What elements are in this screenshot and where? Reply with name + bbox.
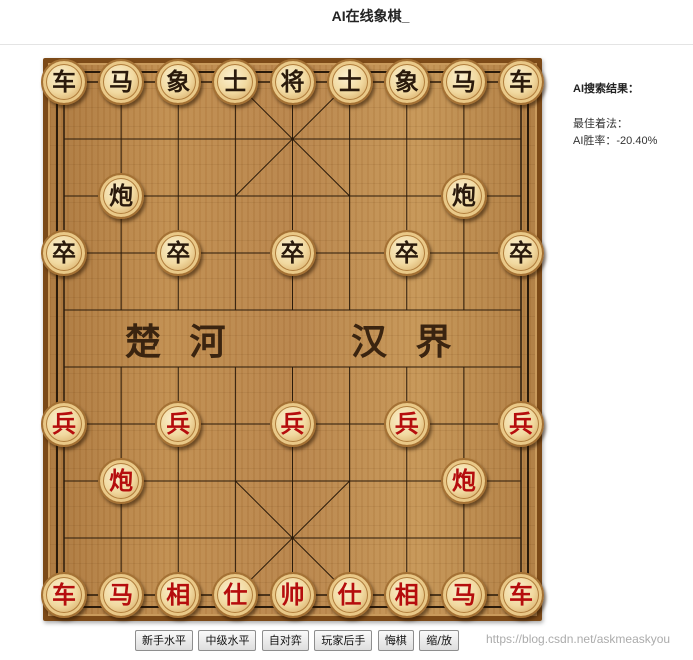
chess-piece-black[interactable]: 卒 xyxy=(41,230,87,276)
undo-button[interactable]: 悔棋 xyxy=(377,630,414,651)
chess-piece-red[interactable]: 兵 xyxy=(383,401,430,447)
ai-win-rate: AI胜率：-20.40% xyxy=(573,135,658,147)
chess-piece-black[interactable]: 象 xyxy=(155,59,202,105)
board-grid: 楚 河 汉 界 xyxy=(56,71,529,608)
chess-piece-red[interactable]: 相 xyxy=(383,572,430,618)
chess-piece-red[interactable]: 帅 xyxy=(269,572,316,618)
ai-result-panel: AI搜索结果： 最佳着法： AI胜率：-20.40% xyxy=(573,80,688,150)
chess-piece-red[interactable]: 仕 xyxy=(326,572,373,618)
chess-piece-black[interactable]: 车 xyxy=(41,59,87,105)
page-title: AI在线象棋_ xyxy=(331,8,410,24)
player-second-button[interactable]: 玩家后手 xyxy=(314,630,373,651)
chess-piece-black[interactable]: 象 xyxy=(383,59,430,105)
intermediate-level-button[interactable]: 中级水平 xyxy=(198,630,257,651)
chess-piece-black[interactable]: 马 xyxy=(440,59,487,105)
chess-piece-black[interactable]: 卒 xyxy=(155,230,202,276)
chess-piece-black[interactable]: 卒 xyxy=(269,230,316,276)
chess-piece-red[interactable]: 马 xyxy=(98,572,145,618)
chess-piece-red[interactable]: 兵 xyxy=(155,401,202,447)
river-text-han-jie: 汉 界 xyxy=(351,321,460,363)
chess-piece-black[interactable]: 马 xyxy=(98,59,145,105)
chess-piece-black[interactable]: 卒 xyxy=(383,230,430,276)
best-move-label: 最佳着法： xyxy=(573,118,628,130)
header-divider xyxy=(0,44,693,45)
control-bar: 新手水平 中级水平 自对弈 玩家后手 悔棋 缩/放 xyxy=(135,630,460,652)
chess-piece-red[interactable]: 相 xyxy=(155,572,202,618)
chess-piece-black[interactable]: 士 xyxy=(326,59,373,105)
chess-piece-black[interactable]: 将 xyxy=(269,59,316,105)
watermark-url: https://blog.csdn.net/askmeaskyou xyxy=(486,632,671,646)
chess-piece-red[interactable]: 兵 xyxy=(498,401,544,447)
self-play-button[interactable]: 自对弈 xyxy=(261,630,309,651)
beginner-level-button[interactable]: 新手水平 xyxy=(135,630,193,651)
chess-piece-black[interactable]: 卒 xyxy=(498,230,544,276)
chess-piece-black[interactable]: 炮 xyxy=(98,173,145,219)
chess-piece-black[interactable]: 车 xyxy=(498,59,544,105)
chess-piece-red[interactable]: 炮 xyxy=(440,458,487,504)
chess-board[interactable]: 楚 河 汉 界 车马象士将士象马车炮炮卒卒卒卒卒兵兵兵兵兵炮炮车马相仕帅仕相马车 xyxy=(41,58,544,621)
chess-page: AI在线象棋_ 楚 河 汉 界 车马象士将士象马车炮炮卒卒卒卒卒兵兵兵兵兵炮炮车… xyxy=(0,0,693,660)
chess-piece-red[interactable]: 炮 xyxy=(98,458,145,504)
chess-piece-red[interactable]: 兵 xyxy=(269,401,316,447)
river-text-chu-he: 楚 河 xyxy=(125,321,234,363)
chess-piece-red[interactable]: 车 xyxy=(498,572,544,618)
zoom-toggle-button[interactable]: 缩/放 xyxy=(419,630,459,651)
chess-piece-red[interactable]: 兵 xyxy=(41,401,87,447)
chess-piece-black[interactable]: 炮 xyxy=(440,173,487,219)
chess-piece-red[interactable]: 马 xyxy=(440,572,487,618)
ai-result-heading: AI搜索结果： xyxy=(573,83,639,95)
chess-piece-red[interactable]: 车 xyxy=(41,572,87,618)
